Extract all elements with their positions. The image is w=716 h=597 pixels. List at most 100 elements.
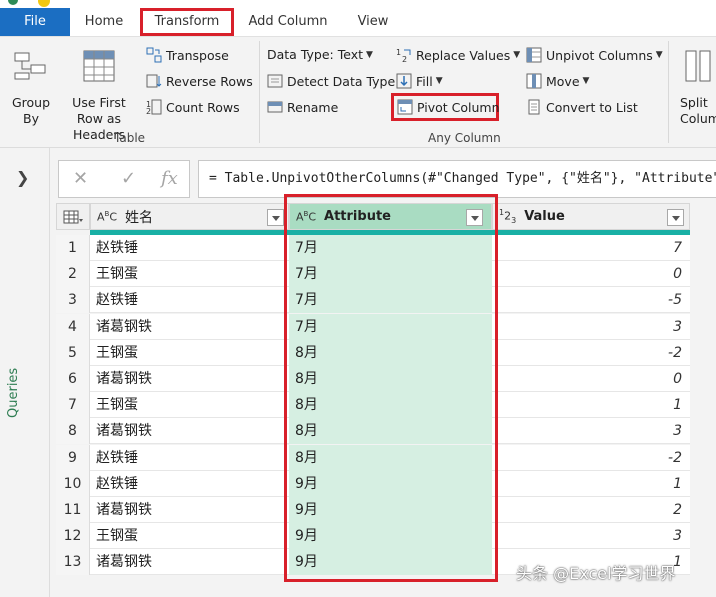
row-number[interactable]: 10	[56, 470, 90, 497]
attribute-cell[interactable]: 8月	[289, 418, 492, 445]
pivot-column-button[interactable]: Pivot Column	[391, 93, 500, 121]
value-cell[interactable]: 3	[492, 314, 690, 340]
data-type-dropdown[interactable]: Data Type: Text ▼	[267, 47, 373, 62]
value-cell[interactable]: 2	[492, 497, 690, 523]
table-row[interactable]: 9 赵铁锤 8月 -2	[56, 444, 690, 471]
name-cell[interactable]: 诸葛钢铁	[90, 549, 289, 575]
convert-to-list-button[interactable]: Convert to List	[526, 99, 638, 115]
value-cell[interactable]: 3	[492, 418, 690, 444]
table-row[interactable]: 2 王钢蛋 7月 0	[56, 261, 690, 288]
table-row[interactable]: 3 赵铁锤 7月 -5	[56, 287, 690, 314]
unpivot-columns-button[interactable]: Unpivot Columns ▼	[526, 47, 663, 63]
transpose-button[interactable]: Transpose	[146, 47, 229, 63]
name-cell[interactable]: 诸葛钢铁	[90, 497, 289, 523]
name-cell[interactable]: 诸葛钢铁	[90, 418, 289, 444]
queries-label[interactable]: Queries	[6, 368, 21, 418]
value-cell[interactable]: -2	[492, 340, 690, 366]
table-row[interactable]: 10 赵铁锤 9月 1	[56, 470, 690, 497]
row-number[interactable]: 6	[56, 366, 90, 392]
attribute-cell[interactable]: 7月	[289, 235, 492, 261]
text-type-icon[interactable]: ABC	[97, 210, 117, 224]
value-cell[interactable]: 7	[492, 235, 690, 261]
tab-home[interactable]: Home	[72, 8, 136, 36]
row-number[interactable]: 12	[56, 523, 90, 550]
filter-dropdown-icon[interactable]	[466, 209, 483, 226]
attribute-cell[interactable]: 9月	[289, 470, 492, 497]
filter-dropdown-icon[interactable]	[267, 209, 284, 226]
group-by-button[interactable]: Group By	[6, 43, 54, 129]
name-cell[interactable]: 诸葛钢铁	[90, 366, 289, 392]
name-cell[interactable]: 赵铁锤	[90, 445, 289, 471]
value-cell[interactable]: 0	[492, 366, 690, 392]
table-menu-button[interactable]	[56, 203, 90, 230]
value-cell[interactable]: 0	[492, 261, 690, 287]
name-cell[interactable]: 王钢蛋	[90, 392, 289, 418]
split-column-button[interactable]: Split Column	[676, 43, 716, 129]
table-row[interactable]: 1 赵铁锤 7月 7	[56, 235, 690, 261]
row-number[interactable]: 11	[56, 497, 90, 523]
fx-icon[interactable]: fx	[161, 168, 178, 189]
formula-input[interactable]: = Table.UnpivotOtherColumns(#"Changed Ty…	[198, 160, 716, 198]
name-cell[interactable]: 赵铁锤	[90, 235, 289, 261]
attribute-cell[interactable]: 9月	[289, 549, 492, 576]
fill-button[interactable]: Fill ▼	[396, 73, 443, 89]
row-number[interactable]: 7	[56, 392, 90, 419]
reverse-rows-button[interactable]: Reverse Rows	[146, 73, 253, 89]
attribute-cell[interactable]: 9月	[289, 497, 492, 523]
chevron-right-icon[interactable]: ❯	[16, 168, 29, 187]
attribute-cell[interactable]: 8月	[289, 366, 492, 392]
column-header-attribute[interactable]: ABC Attribute	[289, 203, 492, 230]
name-cell[interactable]: 诸葛钢铁	[90, 314, 289, 340]
attribute-cell[interactable]: 7月	[289, 313, 492, 340]
row-number[interactable]: 9	[56, 444, 90, 471]
table-row[interactable]: 8 诸葛钢铁 8月 3	[56, 418, 690, 445]
value-cell[interactable]: 1	[492, 471, 690, 497]
name-cell[interactable]: 赵铁锤	[90, 471, 289, 497]
name-cell[interactable]: 赵铁锤	[90, 287, 289, 313]
commit-icon[interactable]: ✓	[121, 168, 136, 189]
table-row[interactable]: 6 诸葛钢铁 8月 0	[56, 366, 690, 392]
value-cell[interactable]: 1	[492, 392, 690, 418]
name-cell[interactable]: 王钢蛋	[90, 340, 289, 366]
move-button[interactable]: Move ▼	[526, 73, 589, 89]
name-cell[interactable]: 王钢蛋	[90, 523, 289, 549]
number-type-icon[interactable]: 123	[499, 208, 516, 225]
text-type-icon[interactable]: ABC	[296, 210, 316, 224]
value-cell[interactable]: -2	[492, 445, 690, 471]
filter-dropdown-icon[interactable]	[667, 209, 684, 226]
rename-button[interactable]: Rename	[267, 99, 338, 115]
table-row[interactable]: 11 诸葛钢铁 9月 2	[56, 497, 690, 523]
column-header-value[interactable]: 123 Value	[492, 203, 690, 230]
row-number[interactable]: 8	[56, 418, 90, 445]
attribute-cell[interactable]: 9月	[289, 523, 492, 550]
tab-view[interactable]: View	[345, 8, 401, 36]
tab-file[interactable]: File	[0, 8, 70, 36]
table-row[interactable]: 5 王钢蛋 8月 -2	[56, 339, 690, 366]
row-number[interactable]: 13	[56, 549, 90, 576]
attribute-cell[interactable]: 7月	[289, 287, 492, 314]
count-rows-button[interactable]: 12 Count Rows	[146, 99, 240, 116]
replace-values-button[interactable]: 12 Replace Values ▼	[396, 47, 520, 65]
use-first-row-button[interactable]: Use First Row as Headers	[58, 43, 140, 142]
attribute-cell[interactable]: 8月	[289, 392, 492, 419]
tab-add-column[interactable]: Add Column	[242, 8, 334, 36]
attribute-cell[interactable]: 8月	[289, 339, 492, 366]
row-number[interactable]: 5	[56, 339, 90, 366]
chevron-down-icon: ▼	[655, 50, 663, 60]
name-cell[interactable]: 王钢蛋	[90, 261, 289, 287]
row-number[interactable]: 2	[56, 261, 90, 288]
detect-data-type-button[interactable]: Detect Data Type	[267, 73, 395, 89]
table-row[interactable]: 7 王钢蛋 8月 1	[56, 392, 690, 419]
cancel-icon[interactable]: ✕	[73, 168, 88, 189]
table-row[interactable]: 4 诸葛钢铁 7月 3	[56, 313, 690, 340]
table-row[interactable]: 12 王钢蛋 9月 3	[56, 523, 690, 550]
value-cell[interactable]: 3	[492, 523, 690, 549]
attribute-cell[interactable]: 8月	[289, 444, 492, 471]
row-number[interactable]: 4	[56, 313, 90, 340]
value-cell[interactable]: -5	[492, 287, 690, 313]
row-number[interactable]: 3	[56, 287, 90, 314]
tab-transform[interactable]: Transform	[140, 8, 234, 36]
column-header-name[interactable]: ABC 姓名	[90, 203, 289, 230]
attribute-cell[interactable]: 7月	[289, 261, 492, 288]
row-number[interactable]: 1	[56, 235, 90, 261]
